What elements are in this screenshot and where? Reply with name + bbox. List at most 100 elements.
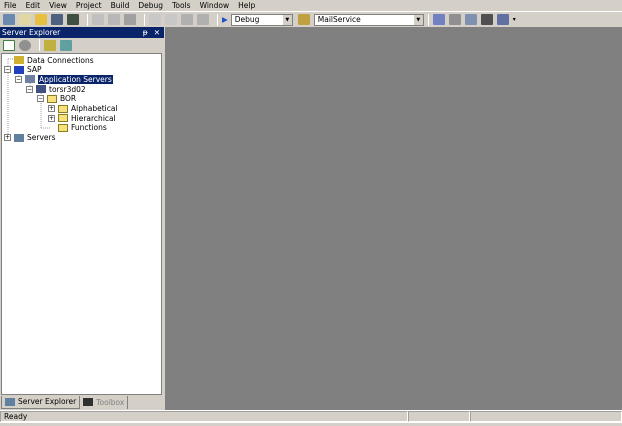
solution-explorer-icon[interactable] [432,14,445,25]
cut-icon[interactable] [92,14,104,25]
toolbar-options-icon[interactable]: ▾ [513,16,516,23]
collapse-icon[interactable]: − [37,95,44,103]
properties-icon[interactable] [448,14,461,25]
menu-bar: File Edit View Project Build Debug Tools… [0,0,622,11]
document-area [165,27,622,410]
computer-icon [36,85,46,94]
tab-server-explorer[interactable]: Server Explorer [1,395,81,409]
menu-project[interactable]: Project [76,1,102,10]
tree-node-label: torsr3d02 [49,84,86,94]
find-icon[interactable] [297,14,310,25]
save-icon[interactable] [51,14,63,25]
navigate-back-icon[interactable] [181,14,193,25]
connect-server-icon[interactable] [60,39,72,51]
folder-icon [58,114,68,123]
copy-icon[interactable] [108,14,120,25]
menu-edit[interactable]: Edit [26,1,41,10]
expand-icon[interactable]: + [48,105,55,112]
separator [427,13,429,26]
tree-node-label: SAP [27,65,42,75]
tree-node-label: Functions [71,123,107,133]
menu-view[interactable]: View [49,1,67,10]
refresh-icon[interactable] [3,39,15,51]
status-bar: Ready [0,410,622,422]
panel-toolbar [0,38,164,52]
tree-node[interactable]: − Application Servers [15,74,113,84]
undo-icon[interactable] [149,14,161,25]
project-value: MailService [317,15,361,24]
project-select[interactable]: MailService ▼ [313,13,424,26]
expand-icon[interactable]: + [48,114,55,122]
panel-tabs: Server Explorer Toolbox [1,395,129,409]
collapse-icon[interactable]: − [4,66,11,74]
separator [39,39,40,51]
save-all-icon[interactable] [67,14,79,25]
configuration-select[interactable]: Debug ▼ [230,13,293,26]
class-view-icon[interactable] [496,14,509,25]
tab-label: Toolbox [96,397,125,407]
collapse-icon[interactable]: − [26,85,33,93]
paste-icon[interactable] [124,14,136,25]
menu-help[interactable]: Help [238,1,255,10]
data-connections-icon [14,56,24,64]
tab-label: Server Explorer [18,397,77,406]
status-panel [408,411,470,422]
tree-node[interactable]: Data Connections [4,55,94,65]
connect-database-icon[interactable] [44,39,56,51]
separator [144,13,145,26]
standard-toolbar: ▶ Debug ▼ MailService ▼ ▾ [0,11,622,27]
menu-window[interactable]: Window [200,1,230,10]
folder-icon [47,94,57,103]
folder-icon [58,123,68,132]
panel-title-bar: Server Explorer ᵽ ✕ [0,27,164,38]
menu-file[interactable]: File [4,1,17,10]
server-explorer-panel: Server Explorer ᵽ ✕ Data Connections − SAP −… [0,27,164,410]
tree-node[interactable]: Functions [48,123,107,133]
tree-node-label: Application Servers [38,74,113,84]
tree-node[interactable]: − torsr3d02 [26,84,86,94]
tree-node[interactable]: − SAP [4,65,42,75]
tree-node-label: BOR [60,94,77,104]
open-icon[interactable] [35,14,47,25]
object-browser-icon[interactable] [464,14,477,25]
panel-title: Server Explorer [2,28,61,37]
new-project-icon[interactable] [3,14,15,25]
tree-node[interactable]: + Servers [4,133,56,143]
tab-toolbox[interactable]: Toolbox [80,395,129,409]
server-icon [25,75,35,84]
tree-node[interactable]: + Alphabetical [48,104,118,114]
chevron-down-icon[interactable]: ▼ [282,14,292,25]
close-icon[interactable]: ✕ [154,28,160,37]
menu-build[interactable]: Build [111,1,130,10]
server-tree: Data Connections − SAP − Application Servers… [1,53,162,395]
expand-icon[interactable]: + [4,134,11,142]
tree-node-label: Data Connections [27,55,94,65]
status-panel [470,411,622,422]
tree-node-label: Alphabetical [71,104,118,113]
chevron-down-icon[interactable]: ▼ [413,14,423,25]
toolbox-icon[interactable] [480,14,493,25]
menu-debug[interactable]: Debug [138,1,163,10]
taskbar-strip [0,422,622,426]
server-explorer-icon [5,397,15,406]
menu-tools[interactable]: Tools [172,1,190,10]
folder-icon [58,104,68,113]
tree-node-label: Hierarchical [71,113,116,123]
stop-icon[interactable] [19,39,31,51]
tree-node-label: Servers [27,133,56,143]
sap-icon [14,65,24,74]
tree-node[interactable]: − BOR [37,94,76,104]
start-icon[interactable]: ▶ [222,15,228,24]
toolbox-icon [83,398,94,406]
pin-icon[interactable]: ᵽ [143,28,148,37]
separator [87,13,88,26]
configuration-value: Debug [234,15,260,24]
navigate-forward-icon[interactable] [197,14,209,25]
add-item-icon[interactable] [19,14,31,25]
redo-icon[interactable] [165,14,177,25]
collapse-icon[interactable]: − [15,75,22,83]
separator [217,13,218,26]
status-text: Ready [0,411,408,422]
servers-icon [14,133,24,142]
tree-node[interactable]: + Hierarchical [48,113,116,123]
